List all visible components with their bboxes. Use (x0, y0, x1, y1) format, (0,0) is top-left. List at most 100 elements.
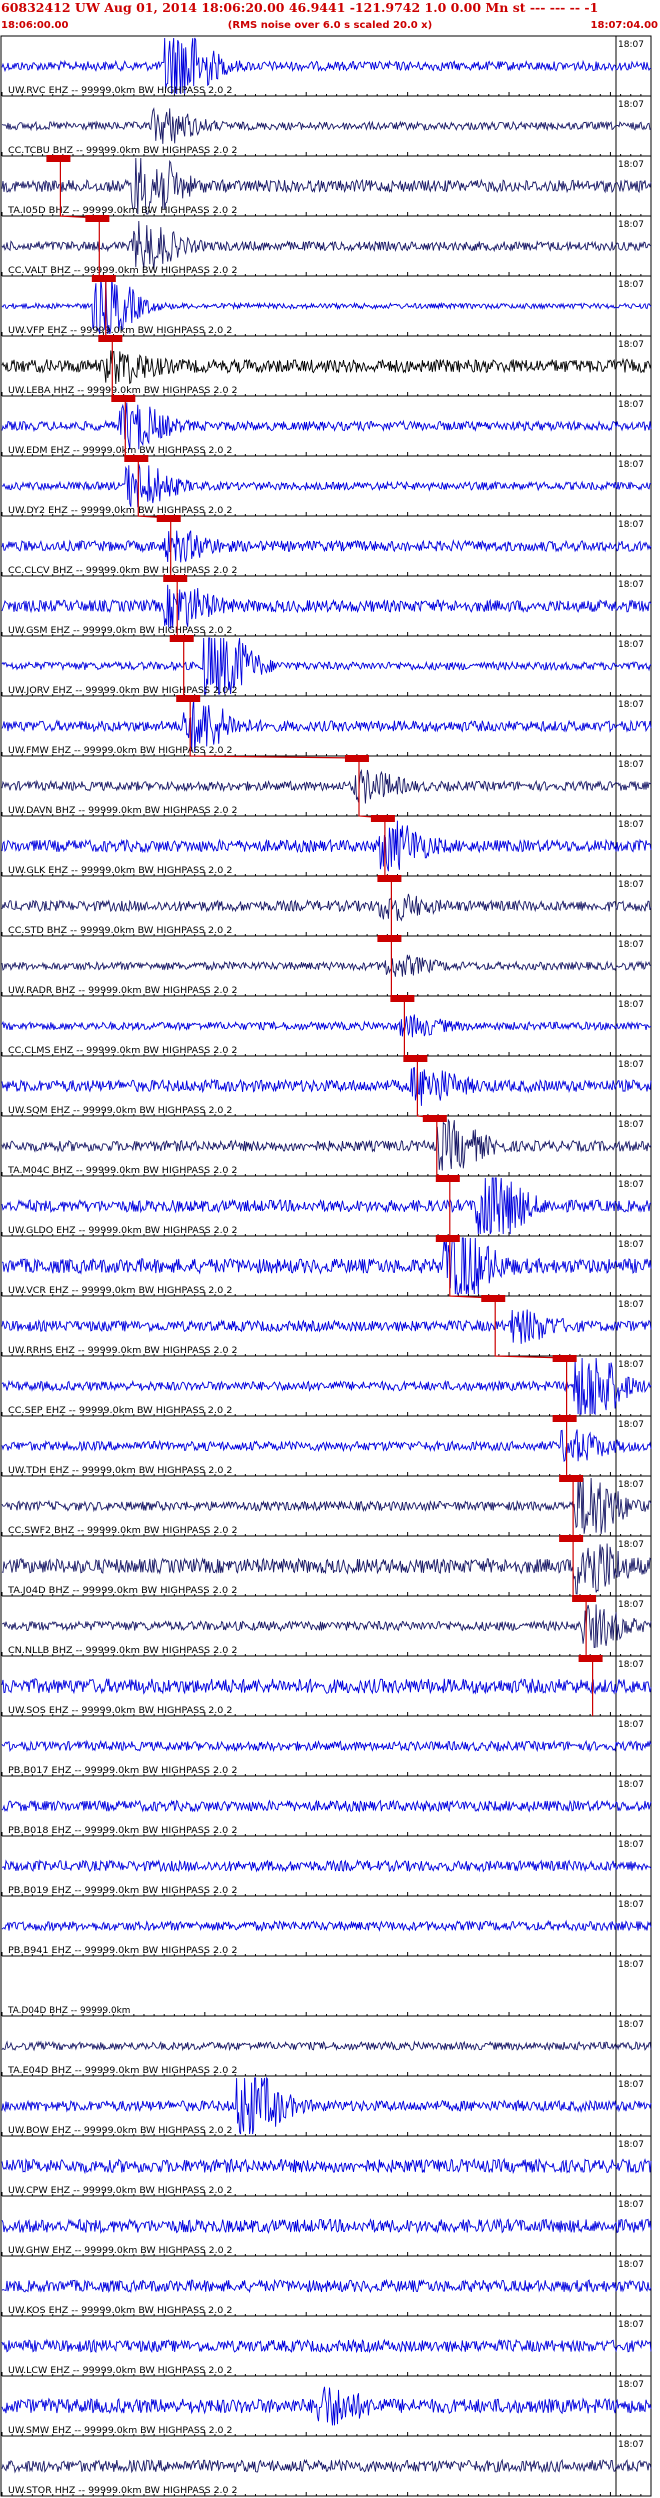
channel-row: 18:07 UW.VCR EHZ -- 99999.0km BW HIGHPASS… (1, 1237, 652, 1297)
channel-row: 18:07 TA.D04D BHZ -- 99999.0km (1, 1960, 652, 2017)
waveform-trace (1, 350, 652, 385)
channel-label: UW.TDH EHZ -- 99999.0km BW HIGHPASS 2.0 … (8, 1466, 232, 1476)
channel-row: 18:07 UW.LEBA HHZ -- 99999.0km BW HIGHPAS… (1, 340, 652, 397)
pick-marker (377, 935, 402, 942)
channel-row: 18:07 UW.EDM EHZ -- 99999.0km BW HIGHPASS… (1, 400, 652, 457)
channel-label: UW.STOR HHZ -- 99999.0km BW HIGHPASS 2.0… (8, 2486, 238, 2496)
channel-label: CC.CLMS EHZ -- 99999.0km BW HIGHPASS 2.0… (8, 1046, 238, 1056)
channel-label: PB.B018 EHZ -- 99999.0km BW HIGHPASS 2.0… (8, 1826, 238, 1836)
minute-label: 18:07 (618, 2440, 644, 2450)
waveform-trace (1, 1919, 652, 1932)
waveform-trace (1, 1067, 652, 1106)
pick-marker (377, 875, 402, 882)
channel-label: UW.GSM EHZ -- 99999.0km BW HIGHPASS 2.0 … (8, 626, 232, 636)
channel-row: 18:07 UW.KOS EHZ -- 99999.0km BW HIGHPASS… (1, 2260, 652, 2317)
minute-label: 18:07 (618, 1480, 644, 1490)
waveform-trace (1, 1678, 652, 1695)
channel-row: 18:07 UW.GLDO EHZ -- 99999.0km BW HIGHPAS… (1, 1177, 652, 1237)
channel-row: 18:07 UW.GHW EHZ -- 99999.0km BW HIGHPASS… (1, 2200, 652, 2257)
minute-label: 18:07 (618, 2200, 644, 2210)
pick-marker (390, 995, 415, 1002)
channel-label: UW.CPW EHZ -- 99999.0km BW HIGHPASS 2.0 … (8, 2186, 232, 2196)
minute-label: 18:07 (618, 160, 644, 170)
channel-label: CN.NLLB BHZ -- 99999.0km BW HIGHPASS 2.0… (8, 1646, 238, 1656)
pick-marker (435, 1235, 460, 1242)
channel-label: TA.E04D BHZ -- 99999.0km BW HIGHPASS 2.0… (7, 2066, 238, 2076)
channel-row: 18:07 UW.JORV EHZ -- 99999.0km BW HIGHPAS… (1, 637, 652, 697)
channel-label: UW.KOS EHZ -- 99999.0km BW HIGHPASS 2.0 … (8, 2306, 232, 2316)
pick-marker (435, 1175, 460, 1182)
waveform-trace (1, 530, 652, 563)
waveform-trace (1, 2458, 652, 2474)
pick-marker (344, 755, 369, 762)
channel-label: TA.I05D BHZ -- 99999.0km BW HIGHPASS 2.0… (7, 206, 238, 216)
channel-row: 18:07 CC.CLCV BHZ -- 99999.0km BW HIGHPAS… (1, 520, 652, 577)
channel-label: TA.J04D BHZ -- 99999.0km BW HIGHPASS 2.0… (7, 1586, 238, 1596)
minute-label: 18:07 (618, 280, 644, 290)
minute-label: 18:07 (618, 820, 644, 830)
waveform-trace (1, 2040, 652, 2052)
pick-marker (46, 155, 71, 162)
channel-label: UW.SOS EHZ -- 99999.0km BW HIGHPASS 2.0 … (8, 1706, 232, 1716)
channel-row: 18:07 CC.SWF2 BHZ -- 99999.0km BW HIGHPAS… (1, 1477, 652, 1537)
minute-label: 18:07 (618, 940, 644, 950)
minute-label: 18:07 (618, 460, 644, 470)
seismogram-plot: 18:07 UW.RVC EHZ -- 99999.0km BW HIGHPASS… (0, 35, 652, 2497)
minute-label: 18:07 (618, 1300, 644, 1310)
channel-row: 18:07 UW.FMW EHZ -- 99999.0km BW HIGHPASS… (1, 698, 652, 757)
pick-marker (85, 215, 110, 222)
channel-row: 18:07 UW.RRHS EHZ -- 99999.0km BW HIGHPAS… (1, 1300, 652, 1357)
channel-row: 18:07 UW.DAVN BHZ -- 99999.0km BW HIGHPAS… (1, 760, 652, 817)
pick-marker (422, 1115, 447, 1122)
minute-label: 18:07 (618, 700, 644, 710)
channel-row: 18:07 UW.CPW EHZ -- 99999.0km BW HIGHPASS… (1, 2140, 652, 2197)
channel-label: UW.RRHS EHZ -- 99999.0km BW HIGHPASS 2.0… (8, 1346, 237, 1356)
minute-label: 18:07 (618, 1000, 644, 1010)
pick-marker (552, 1355, 577, 1362)
waveform-trace (1, 698, 652, 753)
minute-label: 18:07 (618, 100, 644, 110)
waveform-trace (1, 1429, 652, 1463)
pick-marker (111, 395, 136, 402)
channel-label: UW.EDM EHZ -- 99999.0km BW HIGHPASS 2.0 … (8, 446, 232, 456)
channel-label: UW.LCW EHZ -- 99999.0km BW HIGHPASS 2.0 … (8, 2366, 232, 2376)
minute-label: 18:07 (618, 40, 644, 50)
channel-label: UW.LEBA HHZ -- 99999.0km BW HIGHPASS 2.0… (8, 386, 238, 396)
channel-label: UW.GLDO EHZ -- 99999.0km BW HIGHPASS 2.0… (8, 1226, 238, 1236)
channel-row: 18:07 UW.LCW EHZ -- 99999.0km BW HIGHPASS… (1, 2320, 652, 2377)
waveform-trace (1, 107, 652, 144)
waveform-trace (1, 402, 652, 450)
channel-label: CC.VALT BHZ -- 99999.0km BW HIGHPASS 2.0… (8, 266, 238, 276)
waveform-trace (1, 1739, 652, 1753)
minute-label: 18:07 (618, 1600, 644, 1610)
channel-row: 18:07 UW.GLK EHZ -- 99999.0km BW HIGHPASS… (1, 820, 652, 877)
channel-row: 18:07 TA.M04C BHZ -- 99999.0km BW HIGHPAS… (1, 1118, 652, 1177)
minute-label: 18:07 (618, 1540, 644, 1550)
channel-row: 18:07 UW.GSM EHZ -- 99999.0km BW HIGHPASS… (1, 580, 652, 637)
minute-label: 18:07 (618, 1120, 644, 1130)
pick-marker (169, 635, 194, 642)
waveform-trace (1, 1799, 652, 1813)
pick-marker (163, 575, 188, 582)
minute-label: 18:07 (618, 1840, 644, 1850)
channel-label: UW.RADR BHZ -- 99999.0km BW HIGHPASS 2.0… (8, 986, 238, 996)
channel-row: 18:07 UW.BOW EHZ -- 99999.0km BW HIGHPASS… (1, 2076, 652, 2137)
channel-label: UW.GLK EHZ -- 99999.0km BW HIGHPASS 2.0 … (8, 866, 232, 876)
channel-label: UW.RVC EHZ -- 99999.0km BW HIGHPASS 2.0 … (8, 86, 232, 96)
channel-row: 18:07 TA.J04D BHZ -- 99999.0km BW HIGHPAS… (1, 1540, 652, 1597)
waveform-trace (1, 2157, 652, 2175)
waveform-trace (1, 768, 652, 804)
channel-row: 18:07 UW.RVC EHZ -- 99999.0km BW HIGHPASS… (1, 37, 652, 97)
waveform-trace (1, 1014, 652, 1038)
minute-label: 18:07 (618, 1060, 644, 1070)
channel-row: 18:07 UW.SMW EHZ -- 99999.0km BW HIGHPASS… (1, 2380, 652, 2437)
minute-label: 18:07 (618, 2260, 644, 2270)
minute-label: 18:07 (618, 340, 644, 350)
minute-label: 18:07 (618, 1240, 644, 1250)
channel-row: 18:07 UW.STOR HHZ -- 99999.0km BW HIGHPAS… (1, 2440, 652, 2497)
waveform-trace (1, 2278, 652, 2294)
minute-label: 18:07 (618, 400, 644, 410)
minute-label: 18:07 (618, 1660, 644, 1670)
minute-label: 18:07 (618, 1720, 644, 1730)
minute-label: 18:07 (618, 2380, 644, 2390)
